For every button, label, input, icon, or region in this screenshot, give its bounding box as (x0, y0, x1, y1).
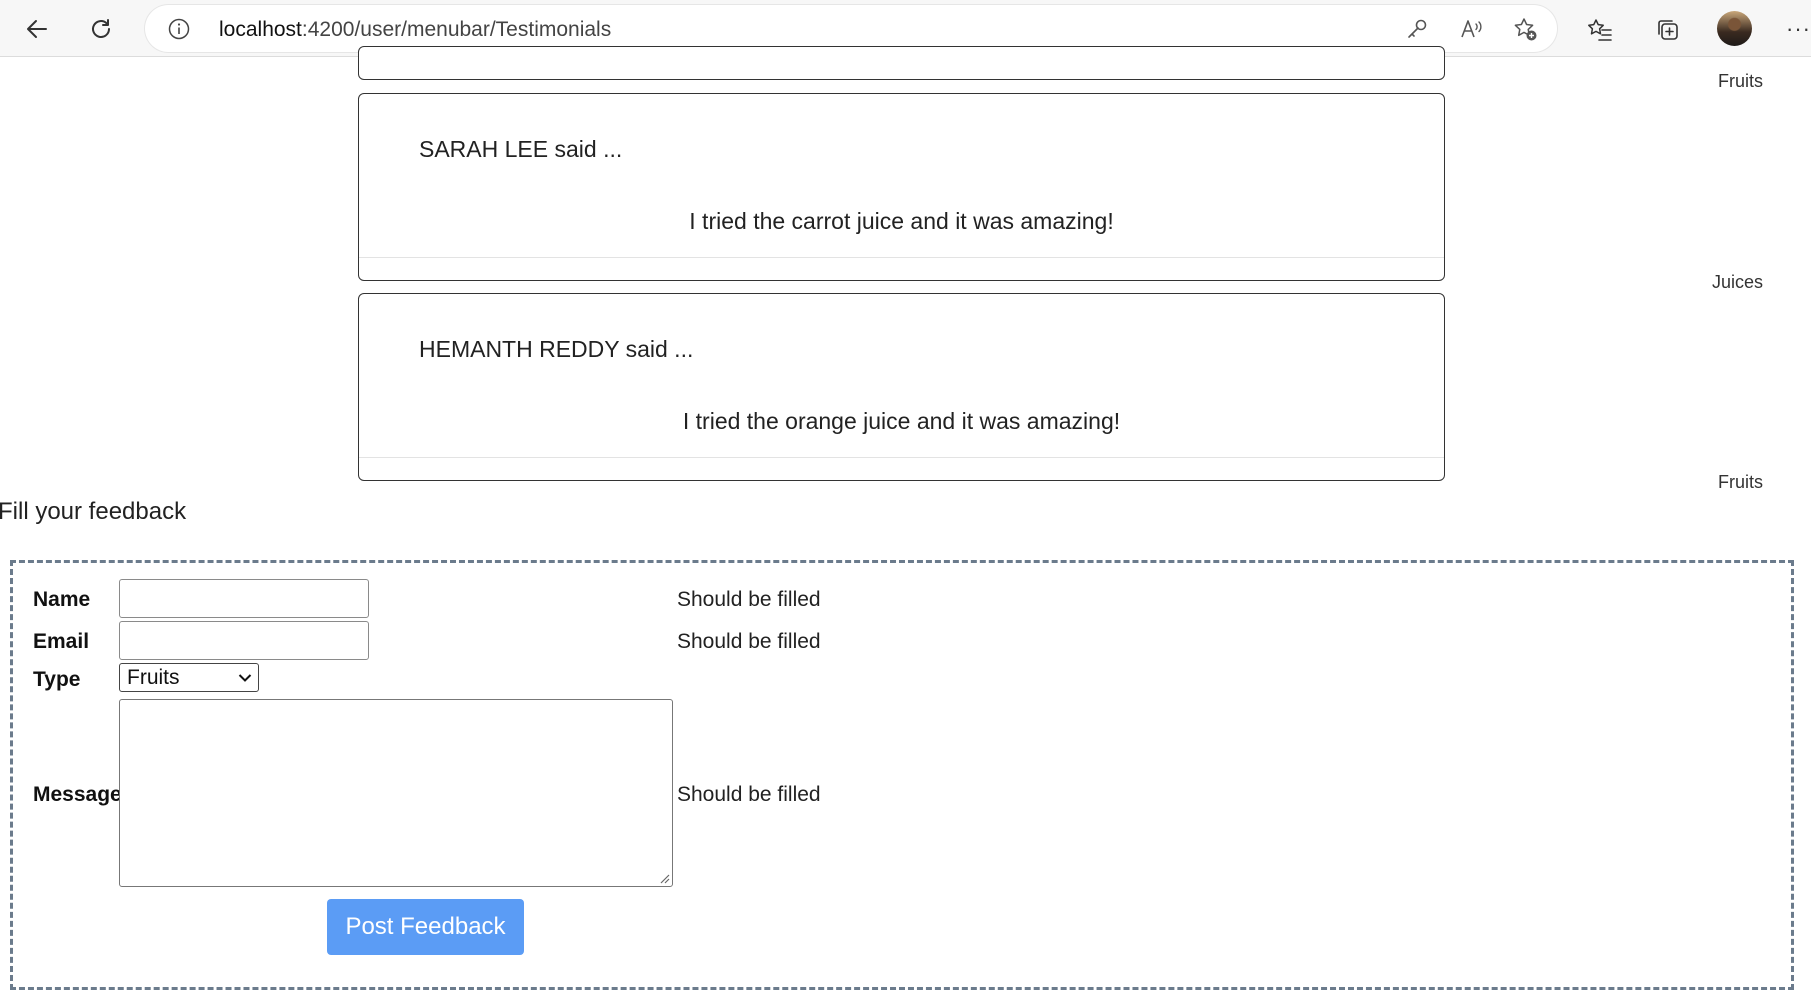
address-bar[interactable]: localhost:4200/user/menubar/Testimonials (145, 5, 1557, 52)
email-error: Should be filled (677, 630, 821, 653)
message-error: Should be filled (677, 783, 821, 806)
testimonial-card-previous (358, 46, 1445, 80)
type-label: Type (33, 668, 81, 691)
testimonial-category: Fruits (1718, 71, 1763, 91)
email-input[interactable] (119, 621, 369, 660)
url-path: :4200/user/menubar/Testimonials (301, 18, 612, 41)
key-icon[interactable] (1403, 15, 1431, 43)
name-input[interactable] (119, 579, 369, 618)
message-textarea[interactable] (119, 699, 673, 887)
email-label: Email (33, 630, 90, 653)
favorites-button[interactable] (1578, 8, 1620, 50)
message-label: Message (33, 783, 122, 806)
favorites-icon (1588, 19, 1612, 41)
card-footer-divider (359, 257, 1444, 258)
type-selected-value: Fruits (127, 666, 180, 689)
collections-button[interactable] (1646, 8, 1688, 50)
testimonial-author: SARAH LEE said ... (419, 136, 623, 162)
refresh-icon (92, 19, 110, 38)
type-select[interactable]: Fruits (119, 663, 259, 692)
testimonial-category: Juices (1711, 272, 1763, 292)
url-text[interactable]: localhost:4200/user/menubar/Testimonials (219, 18, 611, 42)
testimonial-card: HEMANTH REDDY said ... I tried the orang… (358, 293, 1445, 481)
info-icon[interactable] (168, 18, 190, 40)
more-menu-icon[interactable]: ··· (1786, 16, 1811, 42)
testimonial-message: I tried the orange juice and it was amaz… (682, 408, 1121, 434)
card-footer-divider (359, 457, 1444, 458)
add-favorite-icon[interactable] (1511, 15, 1539, 43)
page-content: Fruits SARAH LEE said ... I tried the ca… (0, 46, 1811, 990)
post-feedback-button[interactable]: Post Feedback (327, 899, 524, 955)
name-label: Name (33, 588, 91, 611)
testimonial-message: I tried the carrot juice and it was amaz… (689, 208, 1114, 234)
chevron-down-icon (238, 674, 252, 682)
testimonial-author: HEMANTH REDDY said ... (419, 336, 694, 362)
collections-icon (1658, 20, 1678, 40)
testimonial-category: Fruits (1718, 472, 1763, 492)
feedback-form: Name Should be filled Email Should be fi… (10, 560, 1794, 990)
profile-avatar[interactable] (1717, 11, 1752, 46)
url-host: localhost (219, 18, 302, 41)
back-arrow-icon (27, 20, 47, 38)
testimonial-card: SARAH LEE said ... I tried the carrot ju… (358, 93, 1445, 281)
resize-handle-icon[interactable] (658, 872, 670, 884)
feedback-title: Fill your feedback (0, 498, 187, 525)
refresh-button[interactable] (80, 8, 122, 50)
name-error: Should be filled (677, 588, 821, 611)
back-button[interactable] (16, 8, 58, 50)
read-aloud-icon[interactable] (1457, 15, 1485, 43)
